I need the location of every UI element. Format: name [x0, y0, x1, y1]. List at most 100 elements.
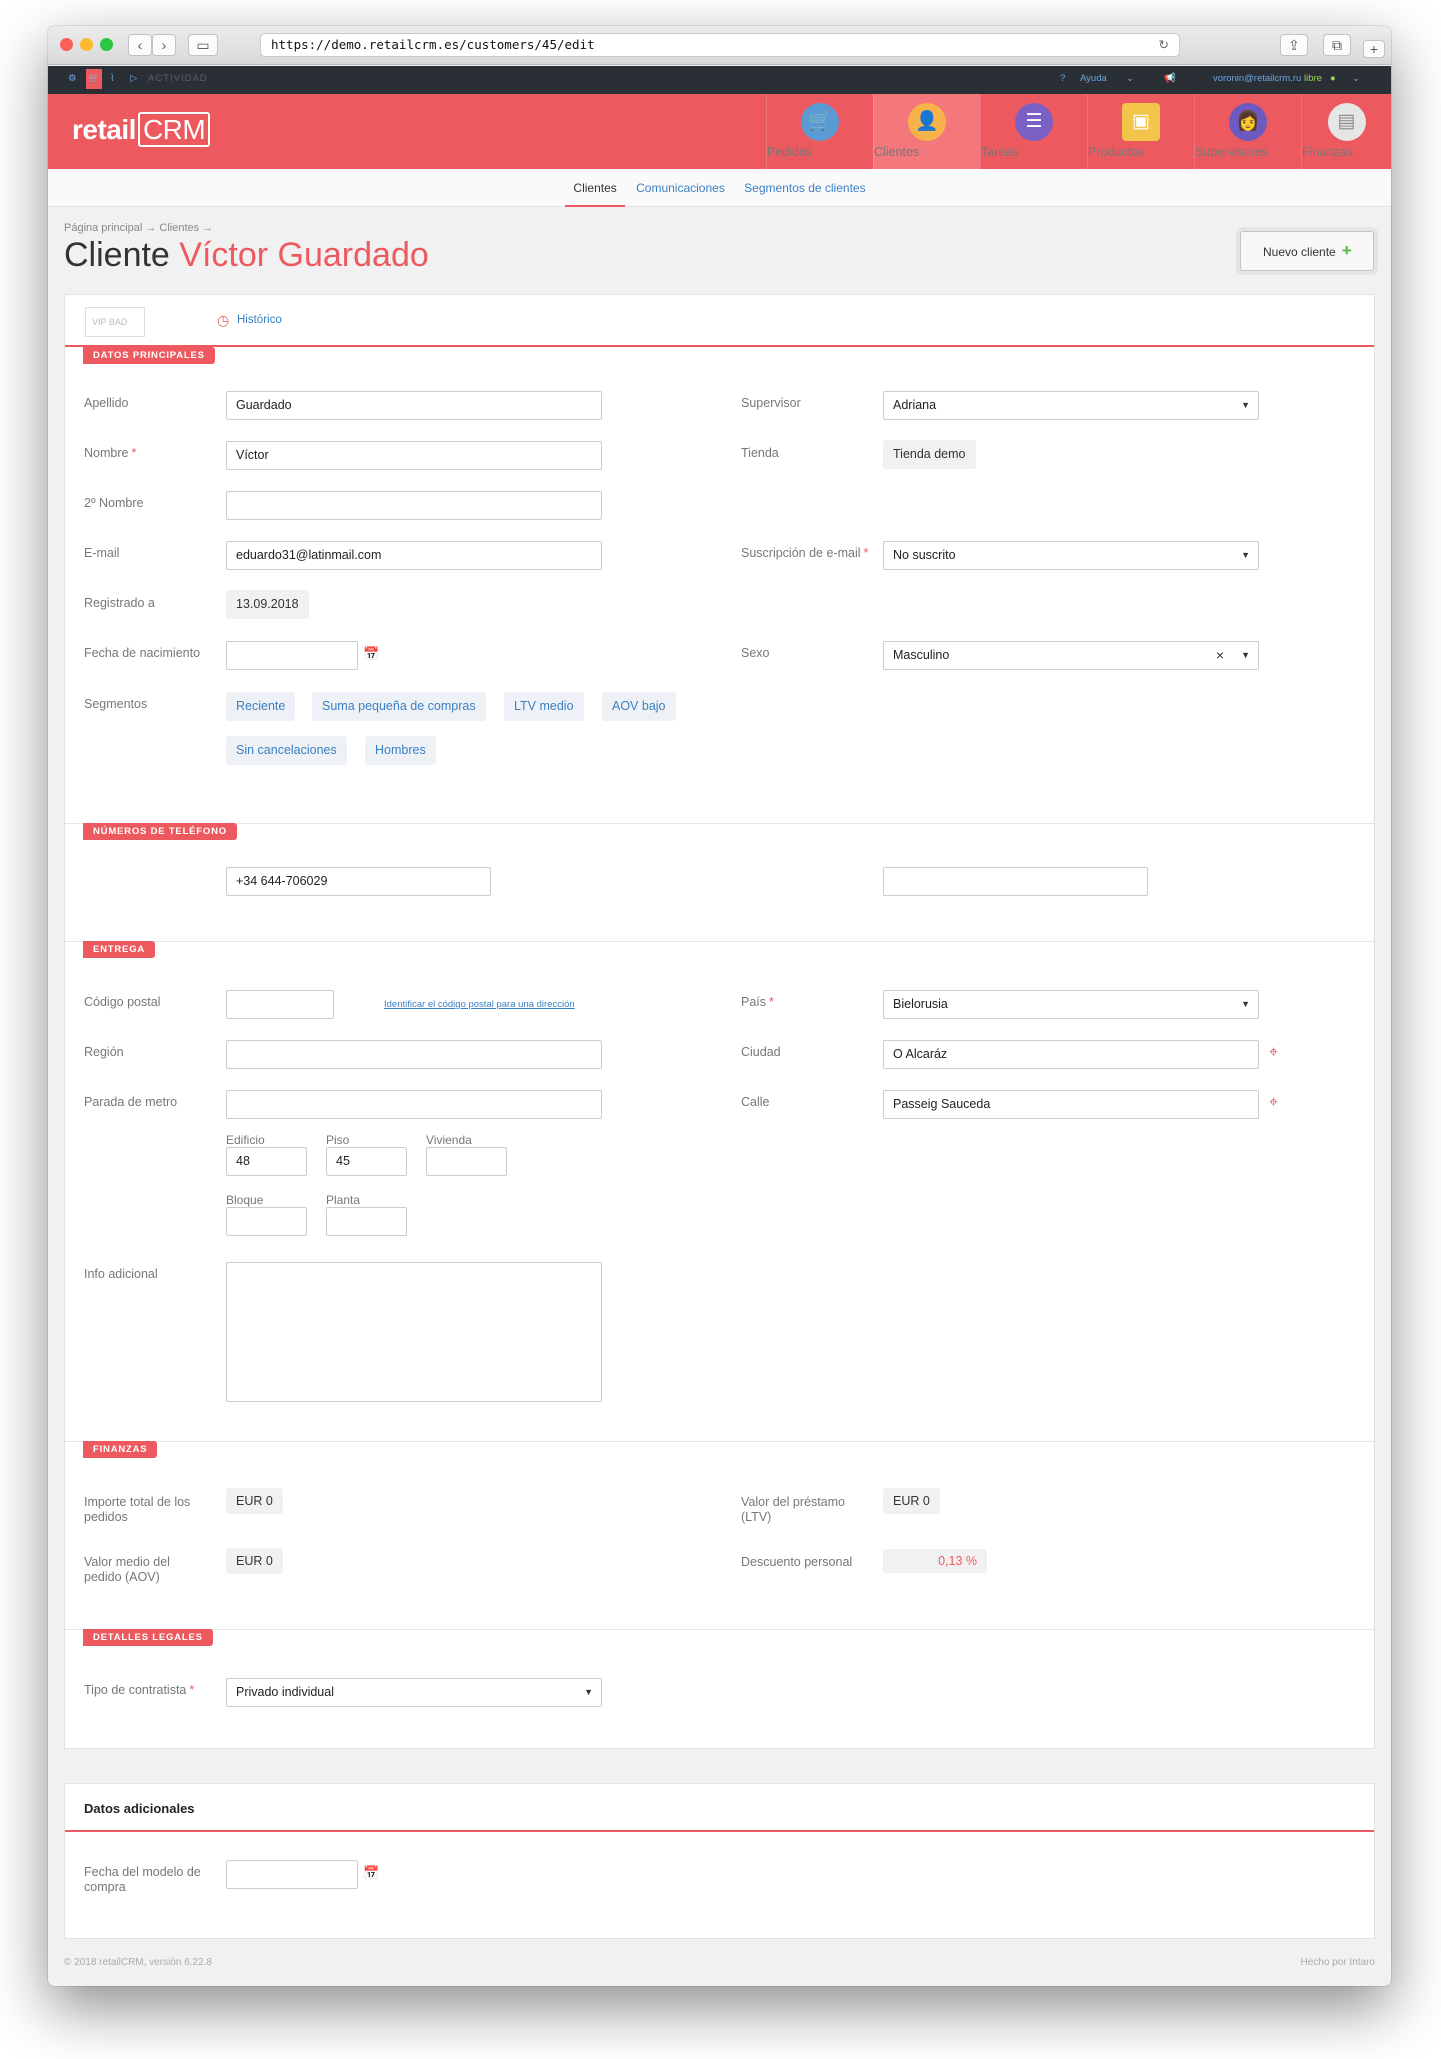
nav-finance[interactable]: ▤ Finanzas [1301, 94, 1391, 169]
tab-customers[interactable]: Clientes [565, 169, 625, 207]
segment-tag[interactable]: Reciente [226, 692, 296, 721]
segment-tag[interactable]: Suma pequeña de compras [312, 692, 486, 721]
section-finance: FINANZAS [83, 1441, 158, 1458]
section-legal: DETALLES LEGALES [83, 1629, 213, 1646]
user-email[interactable]: voronin@retailcrm.ru [1213, 73, 1301, 84]
contractor-type-select[interactable]: Privado individual ▼ [226, 1678, 602, 1707]
help-icon[interactable]: ? [1060, 73, 1065, 84]
breadcrumb[interactable]: Página principal → Clientes → [64, 222, 213, 234]
orders-shortcut-icon[interactable]: 🛒 [86, 69, 102, 89]
map-pin-icon[interactable]: ⌖ [1269, 1094, 1278, 1112]
info-textarea[interactable] [226, 1262, 602, 1402]
model-date-input[interactable] [226, 1860, 358, 1889]
nav-orders[interactable]: 🛒 Pedidos [766, 94, 873, 169]
map-pin-icon[interactable]: ⌖ [1269, 1044, 1278, 1062]
flat-input[interactable] [426, 1147, 507, 1176]
registered-date: 13.09.2018 [226, 590, 309, 619]
segment-tag[interactable]: Sin cancelaciones [226, 736, 347, 765]
retailcrm-logo[interactable]: retail CRM [72, 112, 211, 147]
subscription-select[interactable]: No suscrito ▼ [883, 541, 1259, 570]
email-input[interactable]: eduardo31@latinmail.com [226, 541, 602, 570]
maximize-window-icon[interactable] [100, 38, 113, 51]
caret-down-icon: ▼ [1241, 550, 1250, 560]
metro-input[interactable] [226, 1090, 602, 1119]
clear-icon[interactable]: × [1216, 642, 1224, 669]
header-divider [65, 1830, 1374, 1832]
activity-label[interactable]: ACTIVIDAD [148, 73, 208, 84]
city-input[interactable]: O Alcaráz [883, 1040, 1259, 1069]
share-icon[interactable]: ⇪ [1280, 34, 1308, 56]
settings-icon[interactable]: ⚙ [68, 73, 77, 84]
forward-icon[interactable]: › [152, 34, 176, 56]
new-tab-icon[interactable]: + [1363, 40, 1385, 58]
zip-input[interactable] [226, 990, 334, 1019]
user-status[interactable]: libre [1304, 73, 1322, 84]
megaphone-icon[interactable]: 📢 [1164, 73, 1176, 84]
additional-data-title: Datos adicionales [84, 1801, 195, 1816]
history-link[interactable]: Histórico [237, 314, 282, 326]
nombre2-input[interactable] [226, 491, 602, 520]
storey-input[interactable] [326, 1207, 407, 1236]
sub-navigation: Clientes Comunicaciones Segmentos de cli… [48, 169, 1391, 207]
discount-value[interactable]: 0,13 % [883, 1549, 987, 1573]
block-input[interactable] [226, 1207, 307, 1236]
status-dot-icon: ● [1330, 73, 1336, 84]
supervisor-select[interactable]: Adriana ▼ [883, 391, 1259, 420]
tabs-icon[interactable]: ⧉ [1323, 34, 1351, 56]
country-select[interactable]: Bielorusia ▼ [883, 990, 1259, 1019]
label-supervisor: Supervisor [741, 396, 801, 410]
region-input[interactable] [226, 1040, 602, 1069]
caret-down-icon: ▼ [1241, 400, 1250, 410]
browser-titlebar: ‹ › ▭ https://demo.retailcrm.es/customer… [48, 26, 1391, 65]
history-icon[interactable]: ◷ [217, 312, 229, 329]
phone-input[interactable]: +34 644-706029 [226, 867, 491, 896]
analytics-icon[interactable]: ⌇ [110, 73, 115, 84]
footer-credit[interactable]: Hecho por Intaro [1301, 1957, 1376, 1968]
caret-down-icon: ▼ [1241, 999, 1250, 1009]
calendar-icon[interactable]: 📅 [363, 1865, 379, 1881]
label-model-date: Fecha del modelo de compra [84, 1865, 201, 1894]
label-zip: Código postal [84, 995, 161, 1009]
nav-products[interactable]: ▣ Productos [1087, 94, 1194, 169]
reload-icon[interactable]: ↻ [1159, 34, 1169, 56]
address-bar[interactable]: https://demo.retailcrm.es/customers/45/e… [260, 33, 1180, 57]
apellido-input[interactable]: Guardado [226, 391, 602, 420]
segment-tag[interactable]: Hombres [365, 736, 436, 765]
minimize-window-icon[interactable] [80, 38, 93, 51]
label-nombre: Nombre * [84, 446, 137, 460]
nav-customers[interactable]: 👤 Clientes [873, 94, 980, 169]
segment-tag[interactable]: LTV medio [504, 692, 584, 721]
phone-input-2[interactable] [883, 867, 1148, 896]
sidebar-icon[interactable]: ▭ [188, 34, 218, 56]
label-sex: Sexo [741, 646, 770, 660]
back-icon[interactable]: ‹ [128, 34, 152, 56]
birth-date-input[interactable] [226, 641, 358, 670]
bad-toggle[interactable]: BAD [109, 317, 128, 327]
new-customer-button[interactable]: Nuevo cliente + [1240, 231, 1374, 271]
nav-tasks[interactable]: ☰ Tareas [980, 94, 1087, 169]
store-value: Tienda demo [883, 440, 976, 469]
sex-select[interactable]: Masculino × ▼ [883, 641, 1259, 670]
identify-zip-link[interactable]: Identificar el código postal para una di… [384, 999, 575, 1010]
user-menu-chevron-icon[interactable]: ⌄ [1352, 73, 1360, 84]
label-registered: Registrado a [84, 596, 155, 610]
segment-tag[interactable]: AOV bajo [602, 692, 676, 721]
nombre-input[interactable]: Víctor [226, 441, 602, 470]
calendar-icon[interactable]: 📅 [363, 646, 379, 662]
label-ltv: Valor del préstamo (LTV) [741, 1495, 845, 1524]
label-street: Calle [741, 1095, 770, 1109]
building-input[interactable]: 48 [226, 1147, 307, 1176]
label-region: Región [84, 1045, 124, 1059]
nav-managers[interactable]: 👩 Supervisores [1194, 94, 1301, 169]
street-input[interactable]: Passeig Sauceda [883, 1090, 1259, 1119]
help-link[interactable]: Ayuda [1080, 73, 1107, 84]
footer-copyright: © 2018 retailCRM, versión 6.22.8 [64, 1957, 212, 1968]
floor-input[interactable]: 45 [326, 1147, 407, 1176]
tab-communications[interactable]: Comunicaciones [628, 169, 733, 207]
url-text: https://demo.retailcrm.es/customers/45/e… [271, 37, 595, 52]
vip-toggle[interactable]: VIP [92, 317, 106, 327]
play-icon[interactable]: ▷ [130, 73, 137, 84]
chevron-down-icon[interactable]: ⌄ [1126, 73, 1134, 84]
close-window-icon[interactable] [60, 38, 73, 51]
tab-customer-segments[interactable]: Segmentos de clientes [736, 169, 873, 207]
